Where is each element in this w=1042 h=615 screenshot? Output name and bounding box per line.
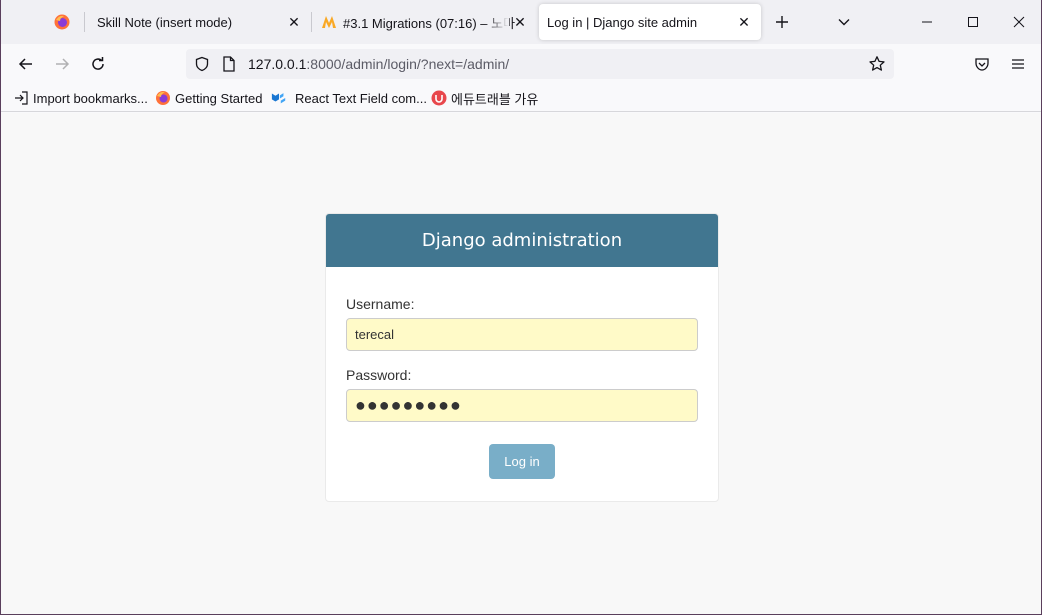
login-panel: Django administration Username: Password… xyxy=(325,213,719,502)
page-icon xyxy=(223,56,235,72)
bookmarks-toolbar: Import bookmarks... Getting Started Reac… xyxy=(1,84,1041,112)
username-input[interactable] xyxy=(346,318,698,351)
shield-icon xyxy=(195,56,209,72)
page-content: Django administration Username: Password… xyxy=(1,113,1041,614)
url-host: 127.0.0.1 xyxy=(248,56,307,72)
bookmark-label: Getting Started xyxy=(175,90,263,106)
mui-icon xyxy=(271,90,287,106)
tab-separator xyxy=(84,12,85,32)
username-row: Username: xyxy=(346,296,698,351)
list-all-tabs-button[interactable] xyxy=(830,8,858,36)
close-icon[interactable]: ✕ xyxy=(735,13,753,31)
edu-icon xyxy=(431,90,447,106)
bookmark-label: 에듀트래블 가유 xyxy=(451,91,539,107)
close-window-button[interactable] xyxy=(996,0,1042,44)
hamburger-menu-icon xyxy=(1012,59,1024,69)
bookmark-label: React Text Field com... xyxy=(295,90,427,106)
url-bar[interactable]: 127.0.0.1:8000/admin/login/?next=/admin/ xyxy=(186,49,894,79)
new-tab-button[interactable] xyxy=(768,8,796,36)
firefox-icon xyxy=(155,90,171,106)
login-header: Django administration xyxy=(326,214,718,267)
password-input[interactable] xyxy=(346,389,698,422)
password-row: Password: xyxy=(346,367,698,422)
tab-title-fade xyxy=(485,4,509,40)
reload-button[interactable] xyxy=(84,50,112,78)
tab-title: Skill Note (insert mode) xyxy=(97,14,233,30)
plus-icon xyxy=(776,16,788,28)
tab-strip: Skill Note (insert mode) ✕ #3.1 Migratio… xyxy=(1,0,1041,44)
import-icon xyxy=(13,90,29,106)
close-icon xyxy=(1013,16,1025,28)
login-button[interactable]: Log in xyxy=(489,444,555,479)
pocket-icon xyxy=(975,58,989,71)
bookmark-label: Import bookmarks... xyxy=(33,90,148,106)
star-icon[interactable] xyxy=(868,55,886,73)
firefox-view-button[interactable] xyxy=(43,4,81,40)
forward-button[interactable] xyxy=(48,50,76,78)
url-text: 127.0.0.1:8000/admin/login/?next=/admin/ xyxy=(248,56,509,72)
minimize-icon xyxy=(922,21,932,23)
url-path: :8000/admin/login/?next=/admin/ xyxy=(306,56,510,72)
firefox-icon xyxy=(54,14,70,30)
password-label: Password: xyxy=(346,367,412,383)
maximize-button[interactable] xyxy=(950,0,996,44)
bookmark-getting-started[interactable]: Getting Started xyxy=(155,88,262,108)
close-icon[interactable]: ✕ xyxy=(511,13,529,31)
navigation-toolbar: 127.0.0.1:8000/admin/login/?next=/admin/ xyxy=(1,44,1041,84)
bookmark-react-text-field[interactable]: React Text Field com... xyxy=(271,88,427,108)
bookmark-import[interactable]: Import bookmarks... xyxy=(13,88,148,108)
maximize-icon xyxy=(968,17,978,27)
chevron-down-icon xyxy=(838,19,850,26)
reload-icon xyxy=(92,57,104,70)
tab-migrations[interactable]: #3.1 Migrations (07:16) – 노마 ✕ xyxy=(313,4,537,40)
nomad-icon xyxy=(322,16,336,28)
arrow-right-icon xyxy=(56,58,70,70)
pocket-button[interactable] xyxy=(968,50,996,78)
tab-title: Log in | Django site admin xyxy=(547,14,698,30)
bookmark-edu-travel[interactable]: 에듀트래블 가유 xyxy=(431,88,538,108)
site-title: Django administration xyxy=(421,230,623,251)
back-button[interactable] xyxy=(12,50,40,78)
tab-django-admin[interactable]: Log in | Django site admin ✕ xyxy=(539,4,761,40)
tab-separator xyxy=(311,12,312,32)
tab-skill-note[interactable]: Skill Note (insert mode) ✕ xyxy=(87,4,311,40)
username-label: Username: xyxy=(346,296,415,312)
menu-button[interactable] xyxy=(1004,50,1032,78)
arrow-left-icon xyxy=(18,58,32,70)
close-icon[interactable]: ✕ xyxy=(285,13,303,31)
minimize-button[interactable] xyxy=(904,0,950,44)
browser-window: Skill Note (insert mode) ✕ #3.1 Migratio… xyxy=(0,0,1042,615)
